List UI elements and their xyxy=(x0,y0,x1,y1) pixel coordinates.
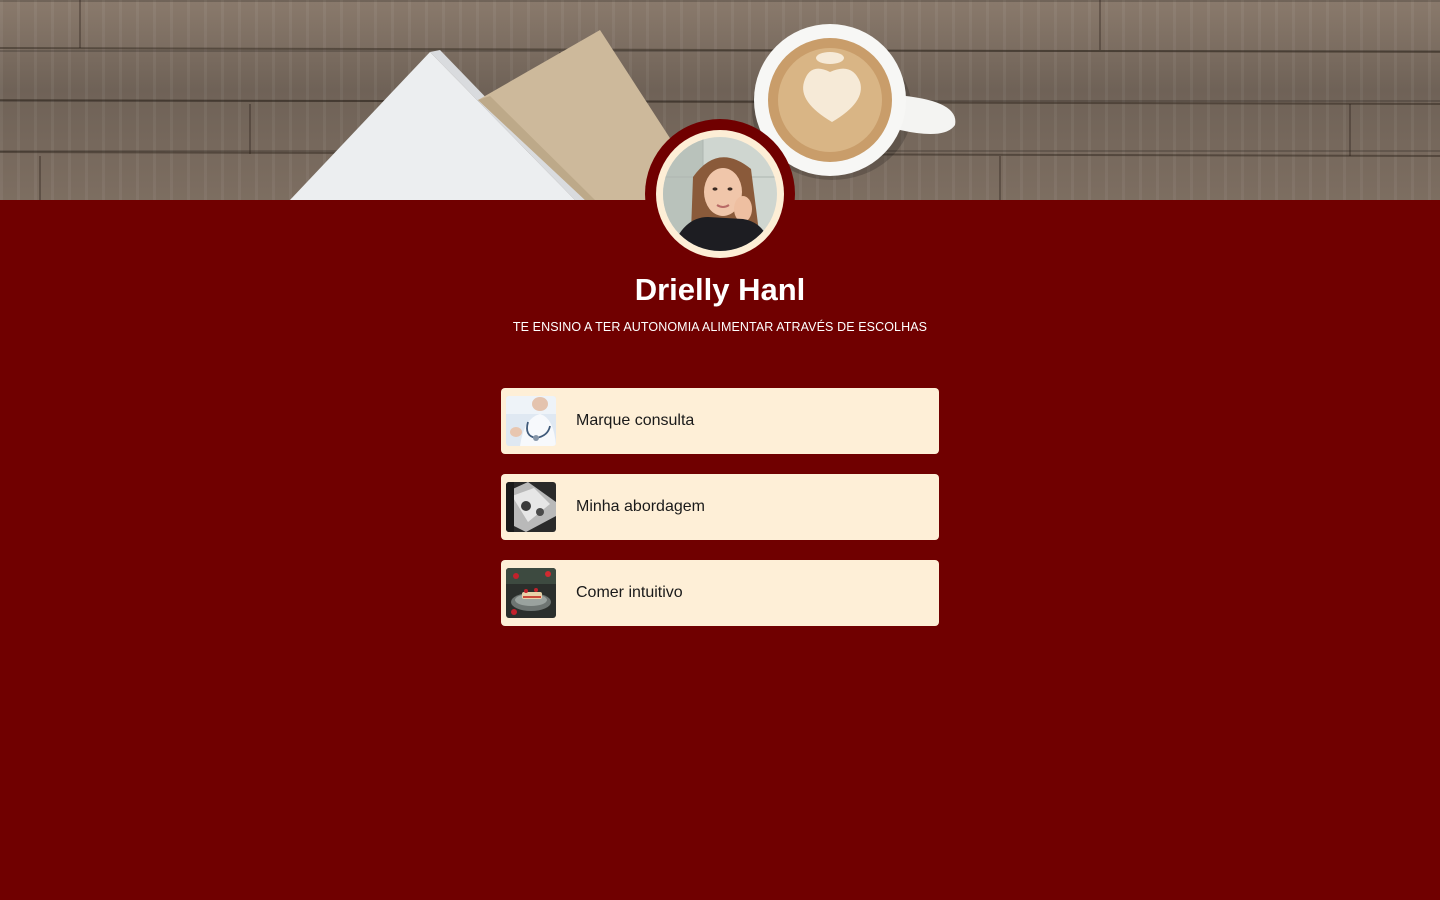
link-list: Marque consulta Minha abordagem Comer in… xyxy=(501,388,939,646)
profile-bio: TE ENSINO A TER AUTONOMIA ALIMENTAR ATRA… xyxy=(512,320,928,334)
link-button-marque-consulta[interactable]: Marque consulta xyxy=(501,388,939,454)
avatar xyxy=(656,130,784,258)
link-button-minha-abordagem[interactable]: Minha abordagem xyxy=(501,474,939,540)
linktree-page: Drielly Hanl TE ENSINO A TER AUTONOMIA A… xyxy=(0,0,1440,900)
doctor-stethoscope-thumbnail xyxy=(506,396,556,446)
link-label: Minha abordagem xyxy=(576,498,705,515)
profile-name: Drielly Hanl xyxy=(634,272,806,307)
link-button-comer-intuitivo[interactable]: Comer intuitivo xyxy=(501,560,939,626)
avatar-ring xyxy=(645,119,795,269)
link-label: Comer intuitivo xyxy=(576,584,683,601)
food-plate-thumbnail xyxy=(506,568,556,618)
approach-thumbnail xyxy=(506,482,556,532)
link-label: Marque consulta xyxy=(576,412,695,429)
